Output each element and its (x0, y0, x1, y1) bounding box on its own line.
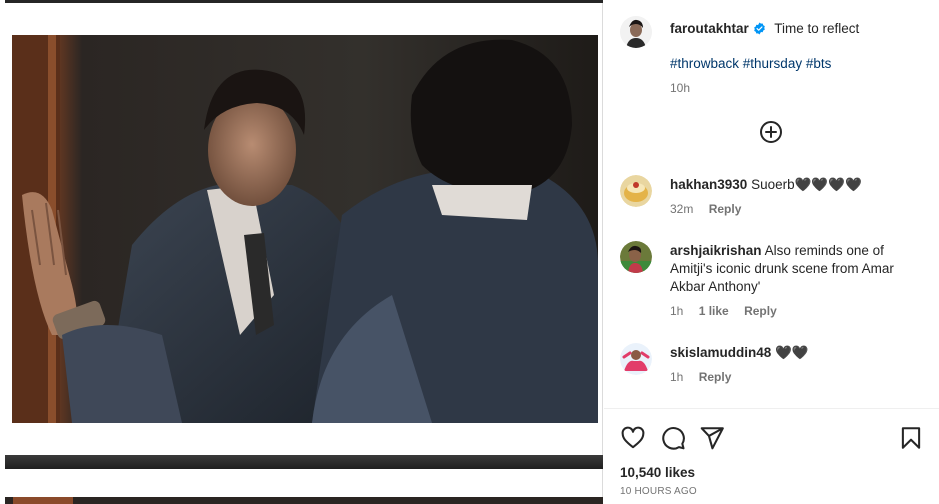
like-button[interactable] (620, 425, 646, 451)
comment-bubble-icon (662, 427, 685, 450)
comment-text: Suoerb🖤🖤🖤🖤 (751, 177, 862, 192)
post-actions-bar: 10,540 likes 10 HOURS AGO (604, 408, 939, 504)
post-photo[interactable] (12, 35, 598, 423)
previous-post-edge (5, 0, 603, 3)
plus-circle-icon (760, 121, 782, 143)
verified-badge-icon (753, 22, 766, 40)
comment-item: arshjaikrishan Also reminds one of Amitj… (670, 242, 925, 318)
comment-avatar[interactable] (620, 343, 652, 375)
comment-age: 1h (670, 370, 684, 384)
share-button[interactable] (699, 425, 725, 451)
post-timestamp: 10 HOURS AGO (620, 486, 697, 497)
heart-icon (621, 426, 645, 449)
comment-item: skislamuddin48 🖤🖤 1h Reply (670, 344, 925, 384)
comment-username[interactable]: hakhan3930 (670, 177, 747, 192)
reply-button[interactable]: Reply (699, 370, 732, 384)
comment-button[interactable] (660, 425, 686, 451)
comment-likes-count[interactable]: 1 like (699, 304, 729, 318)
comment-avatar[interactable] (620, 175, 652, 207)
post-media-pane (0, 0, 603, 504)
comment-age: 32m (670, 202, 694, 216)
author-avatar[interactable] (620, 16, 652, 48)
paper-plane-icon (700, 427, 724, 450)
caption-block: faroutakhtar Time to reflect (670, 20, 925, 40)
author-username[interactable]: faroutakhtar (670, 21, 749, 36)
save-button[interactable] (898, 425, 924, 451)
comment-item: hakhan3930 Suoerb🖤🖤🖤🖤 32m Reply (670, 176, 925, 216)
comment-username[interactable]: arshjaikrishan (670, 243, 762, 258)
likes-count[interactable]: 10,540 likes (620, 465, 695, 480)
post-age: 10h (670, 81, 691, 95)
comment-text: 🖤🖤 (775, 345, 809, 360)
comments-pane: faroutakhtar Time to reflect #throwback … (604, 0, 939, 504)
media-scroll-edge (5, 455, 603, 469)
reply-button[interactable]: Reply (709, 202, 742, 216)
reply-button[interactable]: Reply (744, 304, 777, 318)
comment-avatar[interactable] (620, 241, 652, 273)
next-post-edge (5, 497, 603, 504)
caption-hashtags[interactable]: #throwback #thursday #bts (670, 56, 831, 71)
comment-username[interactable]: skislamuddin48 (670, 345, 771, 360)
caption-text: Time to reflect (774, 21, 860, 36)
load-more-comments-button[interactable] (759, 120, 783, 144)
comment-age: 1h (670, 304, 684, 318)
bookmark-icon (901, 427, 921, 449)
